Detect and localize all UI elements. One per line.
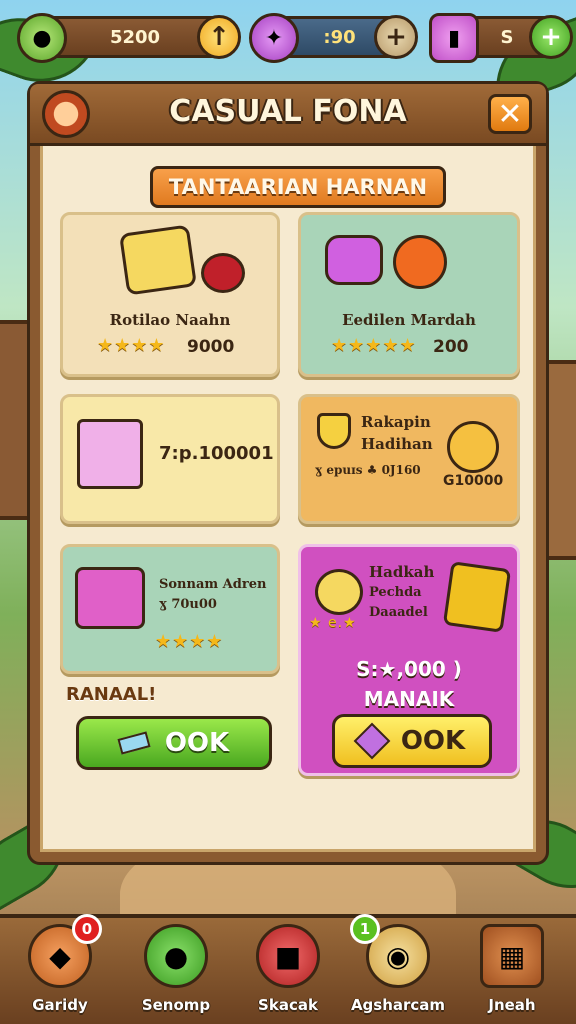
- banner-label: RANAAL!: [66, 684, 157, 705]
- potions-counter: ▮ S +: [429, 13, 573, 63]
- shop-item-card[interactable]: Eedilen Mardah ★★★★★ 200: [298, 212, 520, 377]
- notification-badge: 1: [350, 914, 380, 944]
- item-name-line2: Hadihan: [361, 435, 433, 453]
- item-name: Rotilao Naahn: [109, 311, 231, 329]
- gadget-icon: [442, 561, 512, 633]
- shop-item-card[interactable]: Sonnam Adren ɣ 70u00 ★★★★: [60, 544, 280, 674]
- plant-box-icon: [77, 419, 143, 489]
- star-rating: ★ e.★: [309, 615, 357, 631]
- item-name: Sonnam Adren: [159, 577, 267, 592]
- frog-icon: ●: [144, 924, 208, 988]
- ok-label: OOK: [164, 728, 230, 758]
- nav-item-agsharcam[interactable]: ◉ 1 Agsharcam: [346, 914, 450, 1016]
- panel-title: CASUAL FONA: [169, 94, 407, 129]
- potions-value: S: [500, 26, 514, 48]
- item-detail: ɣ 70u00: [159, 597, 217, 612]
- bottom-nav: ◆ 0 Garidy ● Senomp ■ Skacak ◉ 1 Agsharc…: [0, 914, 576, 1024]
- lemon-icon: [315, 569, 363, 615]
- offer-label: MANAIK: [363, 687, 455, 711]
- shop-item-card[interactable]: Rakapin Hadihan ɣ epuɪs ♣ 0J160 G10000: [298, 394, 520, 524]
- book-icon: ■: [256, 924, 320, 988]
- shield-icon: [317, 413, 351, 449]
- ticket-icon: [117, 731, 151, 755]
- nav-item-senomp[interactable]: ● Senomp: [124, 920, 228, 1016]
- gems-counter: ✦ :90 +: [249, 13, 418, 63]
- nav-item-jneah[interactable]: ▦ Jneah: [460, 920, 564, 1016]
- item-detail: ɣ epuɪs ♣ 0J160: [315, 463, 421, 477]
- coins-value: 5200: [109, 26, 161, 48]
- star-rating: ★★★★: [155, 631, 224, 652]
- shop-item-card[interactable]: Rotilao Naahn ★★★★ 9000: [60, 212, 280, 377]
- nav-label: Agsharcam: [350, 996, 446, 1014]
- berries-icon: [201, 253, 245, 293]
- gems-value: :90: [323, 26, 356, 48]
- shop-panel: CASUAL FONA ✕ TANTAARIAN HARNAN Rotilao …: [30, 84, 546, 862]
- nav-item-skacak[interactable]: ■ Skacak: [236, 920, 340, 1016]
- gem-icon: ✦: [249, 13, 299, 63]
- ok-label: OOK: [400, 726, 466, 756]
- item-price: G10000: [443, 473, 504, 489]
- add-coins-button[interactable]: ↑: [197, 15, 241, 59]
- panel-header: CASUAL FONA ✕: [30, 84, 546, 146]
- shop-item-card[interactable]: 7:p.100001: [60, 394, 280, 524]
- cheese-icon: [119, 224, 197, 296]
- star-rating: ★★★★: [97, 335, 166, 356]
- add-potions-button[interactable]: +: [529, 15, 573, 59]
- offer-name-line3: Daaadel: [369, 605, 428, 620]
- coins-counter: ● 5200 ↑: [17, 13, 241, 63]
- nav-label: Senomp: [141, 996, 211, 1014]
- potion-icon: ▮: [429, 13, 479, 63]
- nav-item-garidy[interactable]: ◆ 0 Garidy: [8, 914, 112, 1016]
- nav-label: Jneah: [488, 996, 536, 1014]
- device-icon: [75, 567, 145, 629]
- ok-button-yellow[interactable]: OOK: [332, 714, 492, 768]
- nav-label: Garidy: [32, 996, 88, 1014]
- close-button[interactable]: ✕: [488, 94, 532, 134]
- panel-subtitle: TANTAARIAN HARNAN: [150, 166, 446, 208]
- tomato-icon: [393, 235, 447, 289]
- gem-icon: [353, 722, 391, 760]
- currency-bar: ● 5200 ↑ ✦ :90 + ▮ S +: [12, 10, 573, 64]
- notification-badge: 0: [72, 914, 102, 944]
- ok-button-green[interactable]: OOK: [76, 716, 272, 770]
- item-price: 200: [433, 337, 469, 357]
- offer-price: S:★,000 ): [356, 657, 462, 681]
- item-price: 7:p.100001: [159, 443, 274, 464]
- barrel-icon: [325, 235, 383, 285]
- add-gems-button[interactable]: +: [374, 15, 418, 59]
- crate-icon: ▦: [480, 924, 544, 988]
- item-name: Eedilen Mardah: [342, 311, 476, 329]
- offer-name-line1: Hadkah: [369, 563, 435, 581]
- item-name: Rakapin: [361, 413, 431, 431]
- sun-face-icon: [447, 421, 499, 473]
- coin-icon: ●: [17, 13, 67, 63]
- item-price: 9000: [187, 337, 235, 357]
- nav-label: Skacak: [258, 996, 318, 1014]
- offer-name-line2: Pechda: [369, 585, 422, 600]
- star-rating: ★★★★★: [331, 335, 417, 356]
